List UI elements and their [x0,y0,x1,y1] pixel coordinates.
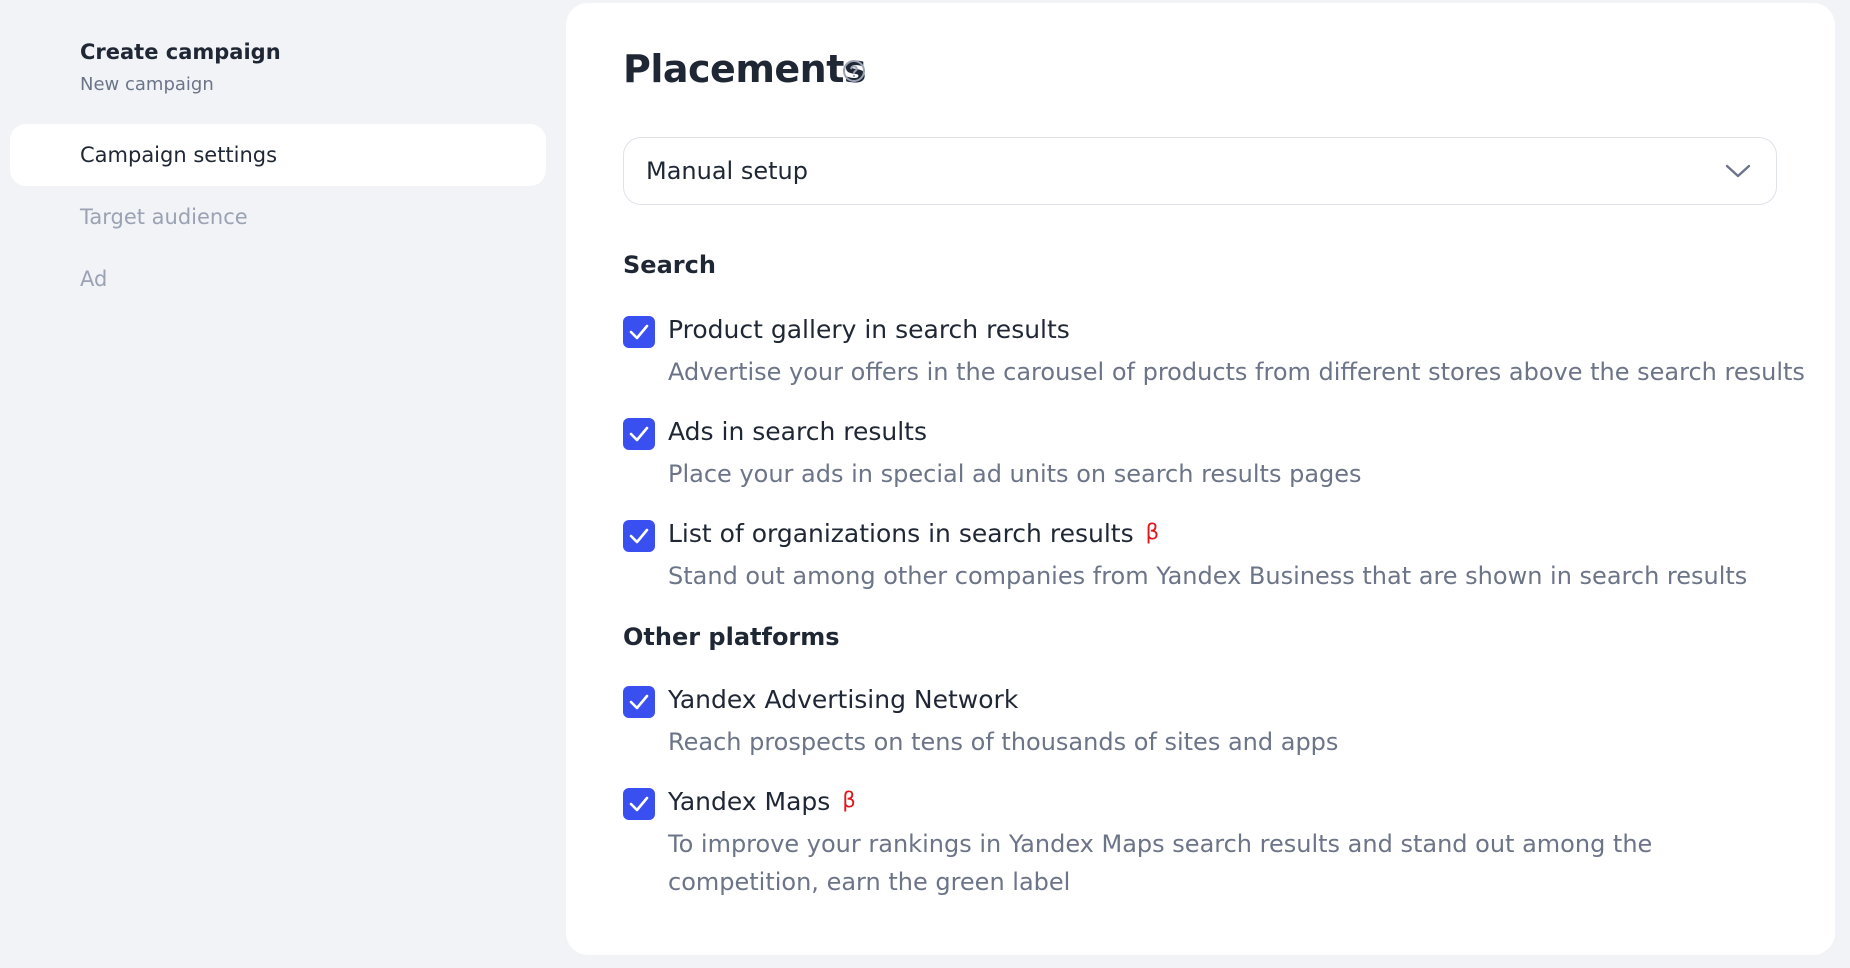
checkbox-yandex-maps[interactable] [623,788,655,820]
option-label[interactable]: Product gallery in search results [668,315,1070,344]
checkbox-organizations-list[interactable] [623,520,655,552]
sidebar-item-ad[interactable]: Ad [10,248,546,310]
section-title-search: Search [623,251,716,279]
sidebar: Create campaign New campaign Campaign se… [0,0,560,968]
checkmark-icon [629,426,649,442]
beta-badge: β [842,788,856,812]
setup-mode-select[interactable]: Manual setup [623,137,1777,205]
sidebar-item-campaign-settings[interactable]: Campaign settings [10,124,546,186]
option-description: Stand out among other companies from Yan… [668,562,1748,590]
checkmark-icon [629,324,649,340]
checkbox-product-gallery[interactable] [623,316,655,348]
checkbox-ads-in-search[interactable] [623,418,655,450]
beta-badge: β [1145,520,1159,544]
setup-mode-value: Manual setup [646,157,808,185]
placements-panel: Placements Manual setup Search Product g… [566,3,1835,955]
checkmark-icon [629,694,649,710]
option-description: Reach prospects on tens of thousands of … [668,728,1339,756]
sidebar-item-target-audience[interactable]: Target audience [10,186,546,248]
option-label[interactable]: Yandex Maps β [668,787,856,816]
checkmark-icon [629,528,649,544]
option-description: To improve your rankings in Yandex Maps … [668,830,1653,896]
option-label[interactable]: Yandex Advertising Network [668,685,1018,714]
chevron-down-icon [1725,164,1751,178]
page-title: Placements [623,47,867,91]
sidebar-subtitle: New campaign [80,74,214,95]
option-description: Advertise your offers in the carousel of… [668,358,1805,386]
option-label[interactable]: List of organizations in search results β [668,519,1159,548]
checkmark-icon [629,796,649,812]
question-circle-icon[interactable] [842,59,866,83]
checkbox-advertising-network[interactable] [623,686,655,718]
option-description: Place your ads in special ad units on se… [668,460,1362,488]
section-title-other-platforms: Other platforms [623,623,840,651]
sidebar-title: Create campaign [80,40,281,64]
option-label[interactable]: Ads in search results [668,417,927,446]
